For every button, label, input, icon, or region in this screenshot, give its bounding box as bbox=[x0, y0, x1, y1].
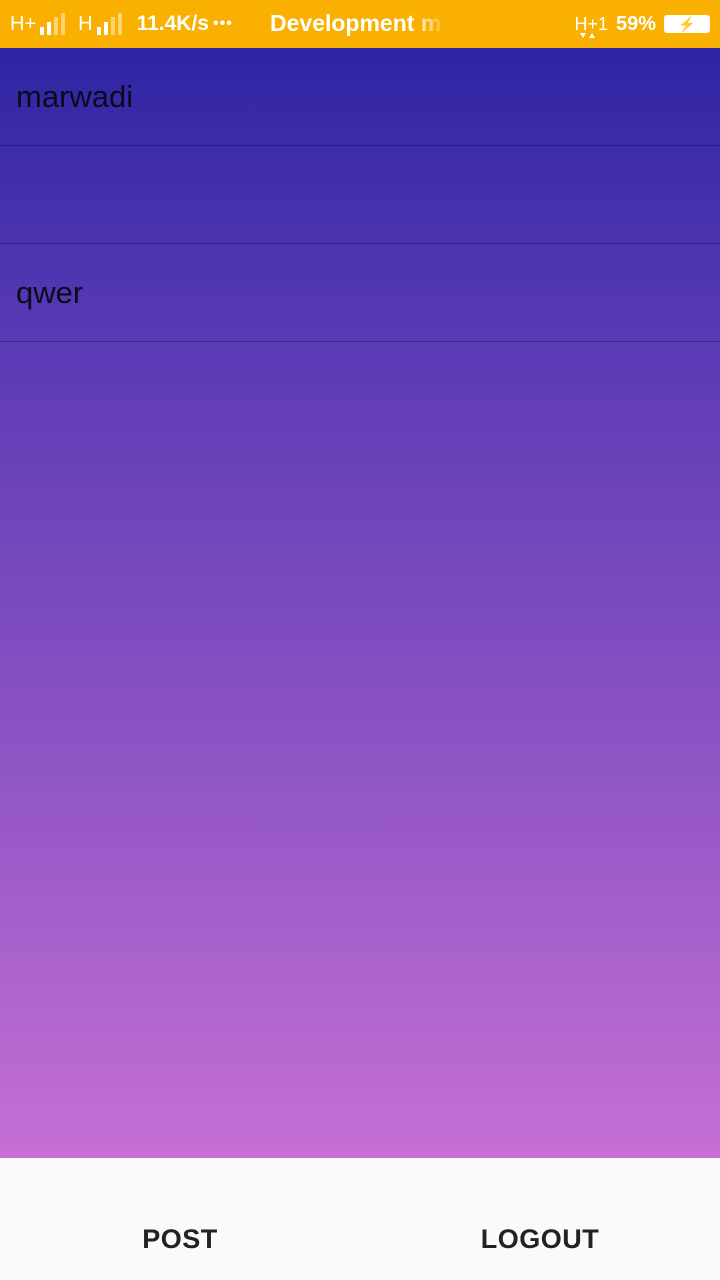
bottom-action-bar: POST LOGOUT bbox=[0, 1158, 720, 1280]
status-bar: H+ H 11.4K/s ••• Development m H+1 59% ⚡ bbox=[0, 0, 720, 48]
list-item[interactable]: marwadi bbox=[0, 48, 720, 146]
list-item-label: marwadi bbox=[16, 78, 134, 114]
signal-icon bbox=[40, 13, 68, 35]
battery-charging-icon: ⚡ bbox=[664, 15, 710, 33]
logout-button[interactable]: LOGOUT bbox=[360, 1158, 720, 1280]
network-type-2: H bbox=[78, 12, 93, 35]
network-speed: 11.4K/s bbox=[136, 12, 209, 35]
network-type-1: H+ bbox=[10, 12, 37, 35]
bolt-icon: ⚡ bbox=[678, 16, 696, 32]
list-item[interactable] bbox=[0, 146, 720, 244]
list-item[interactable]: qwer bbox=[0, 244, 720, 342]
item-list: marwadi qwer bbox=[0, 48, 720, 1158]
battery-percent: 59% bbox=[615, 12, 656, 35]
status-bar-right: H+1 59% ⚡ bbox=[574, 0, 710, 48]
app-screen: H+ H 11.4K/s ••• Development m H+1 59% ⚡… bbox=[0, 0, 720, 1280]
notification-title: Development m bbox=[270, 10, 442, 36]
status-bar-left: H+ H 11.4K/s ••• bbox=[0, 0, 233, 48]
data-arrows-icon: H+1 bbox=[574, 13, 608, 38]
list-item-label: qwer bbox=[16, 274, 84, 310]
up-down-arrows-icon bbox=[580, 32, 596, 38]
more-notifications-icon: ••• bbox=[212, 15, 233, 32]
post-button[interactable]: POST bbox=[0, 1158, 360, 1280]
signal-icon bbox=[96, 13, 125, 35]
network-type-3: H+1 bbox=[574, 13, 608, 34]
